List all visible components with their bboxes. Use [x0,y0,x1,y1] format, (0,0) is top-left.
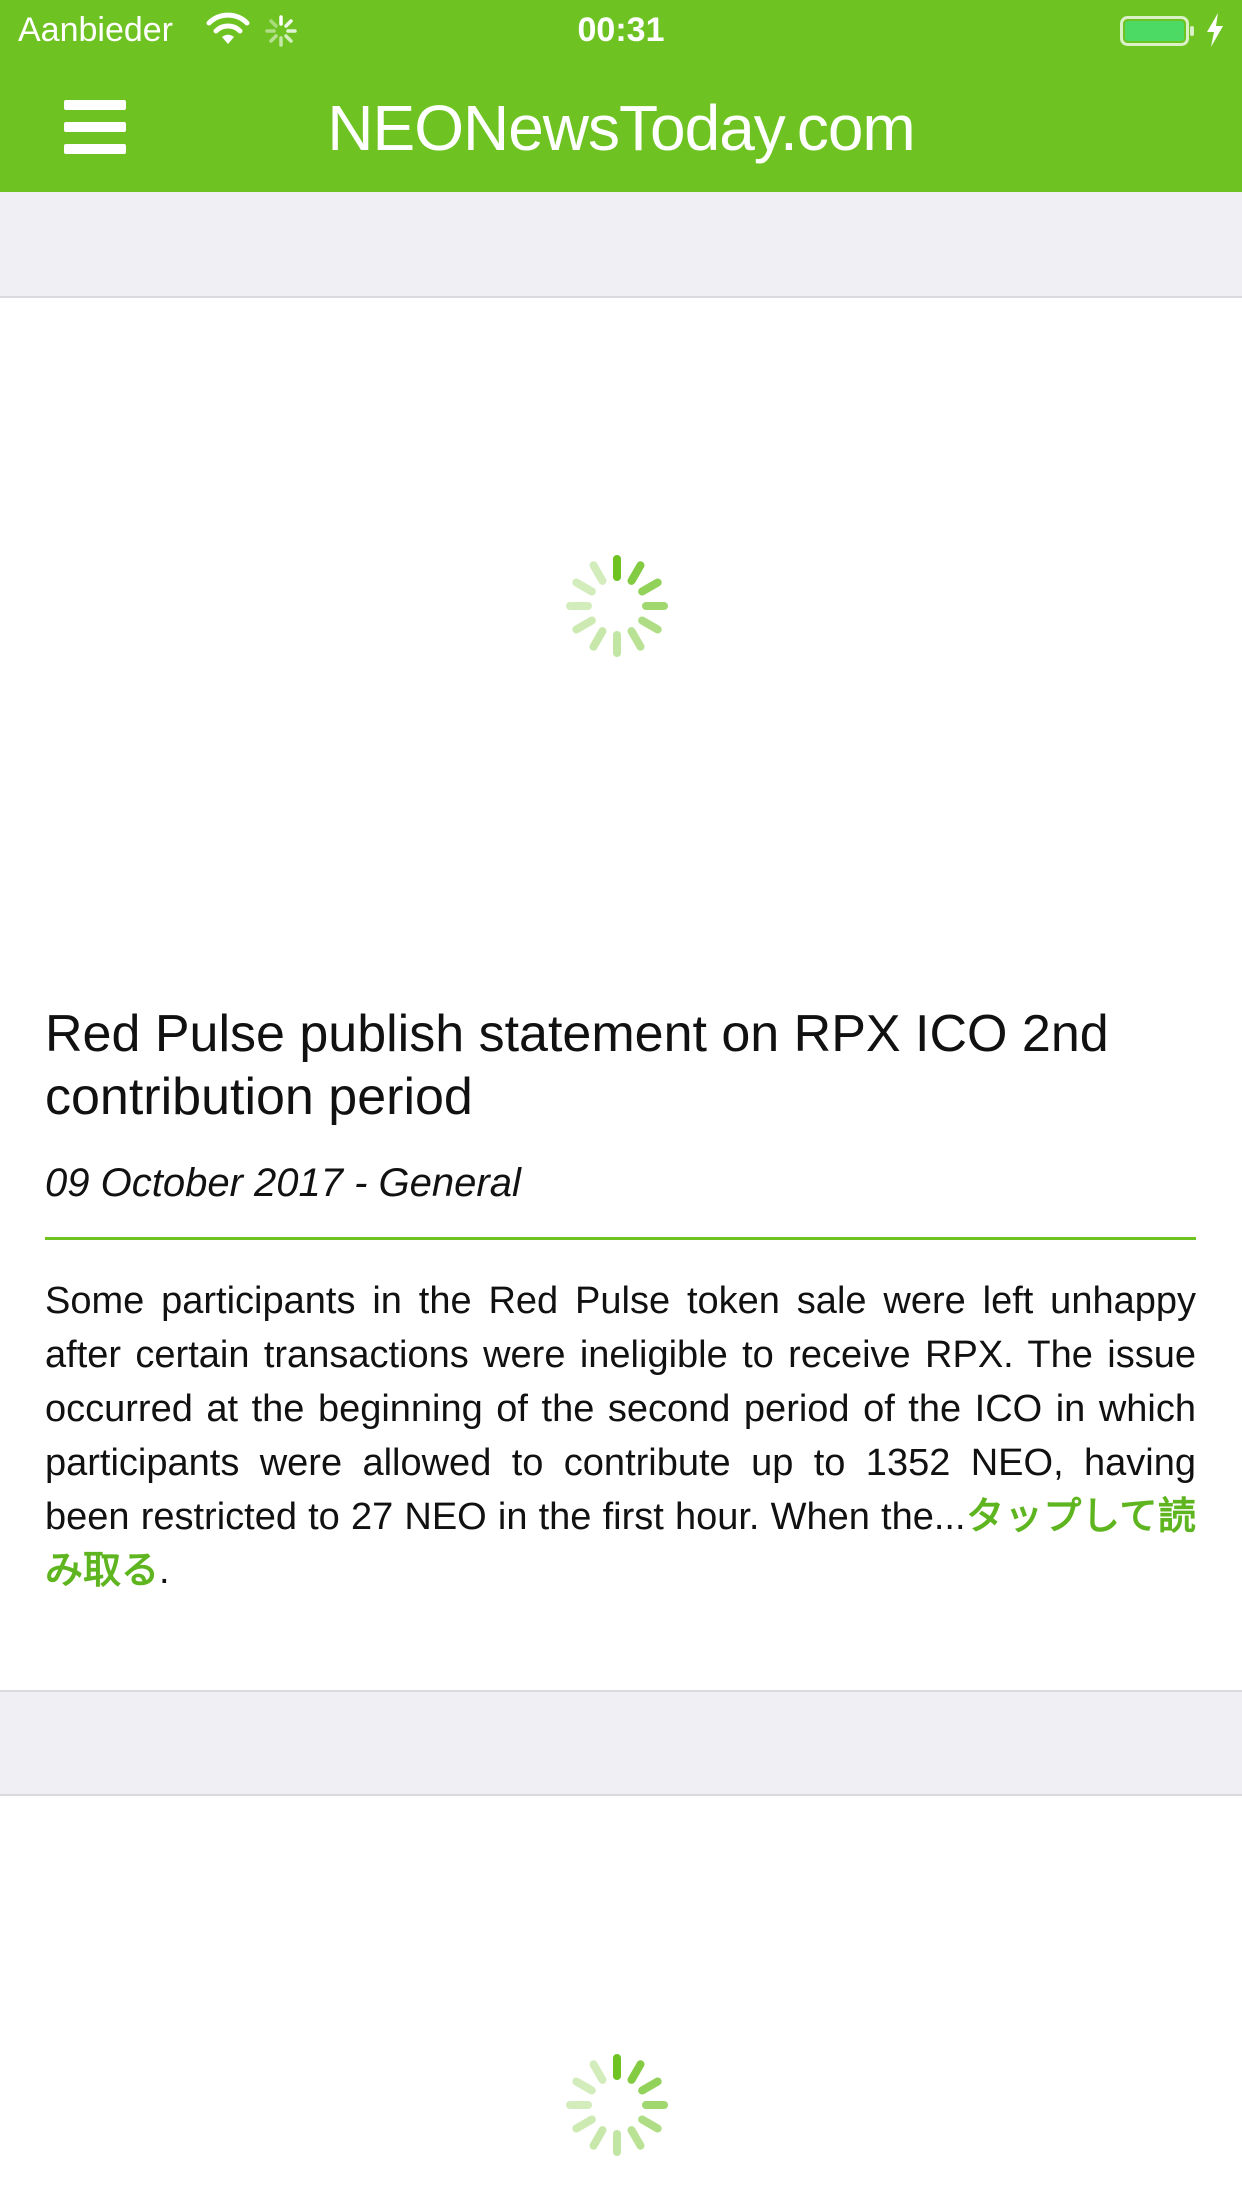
status-bar: Aanbieder 00:31 [0,0,1242,62]
article-excerpt: Some participants in the Red Pulse token… [45,1274,1196,1598]
loading-spinner-icon [566,2054,668,2156]
excerpt-trailing: . [159,1550,170,1592]
section-separator [0,192,1242,298]
status-time: 00:31 [577,11,665,49]
article-title[interactable]: Red Pulse publish statement on RPX ICO 2… [45,1003,1195,1129]
loading-spinner-icon [566,555,668,657]
hamburger-menu-icon[interactable] [48,92,144,162]
title-divider [45,1237,1196,1240]
battery-icon [1120,16,1194,46]
charging-bolt-icon [1207,13,1223,47]
navigation-bar: NEONewsToday.com [0,62,1242,192]
section-separator [0,1690,1242,1796]
article-meta: 09 October 2017 - General [45,1161,521,1205]
app-title: NEONewsToday.com [327,92,915,164]
article-card[interactable] [0,1796,1242,2208]
